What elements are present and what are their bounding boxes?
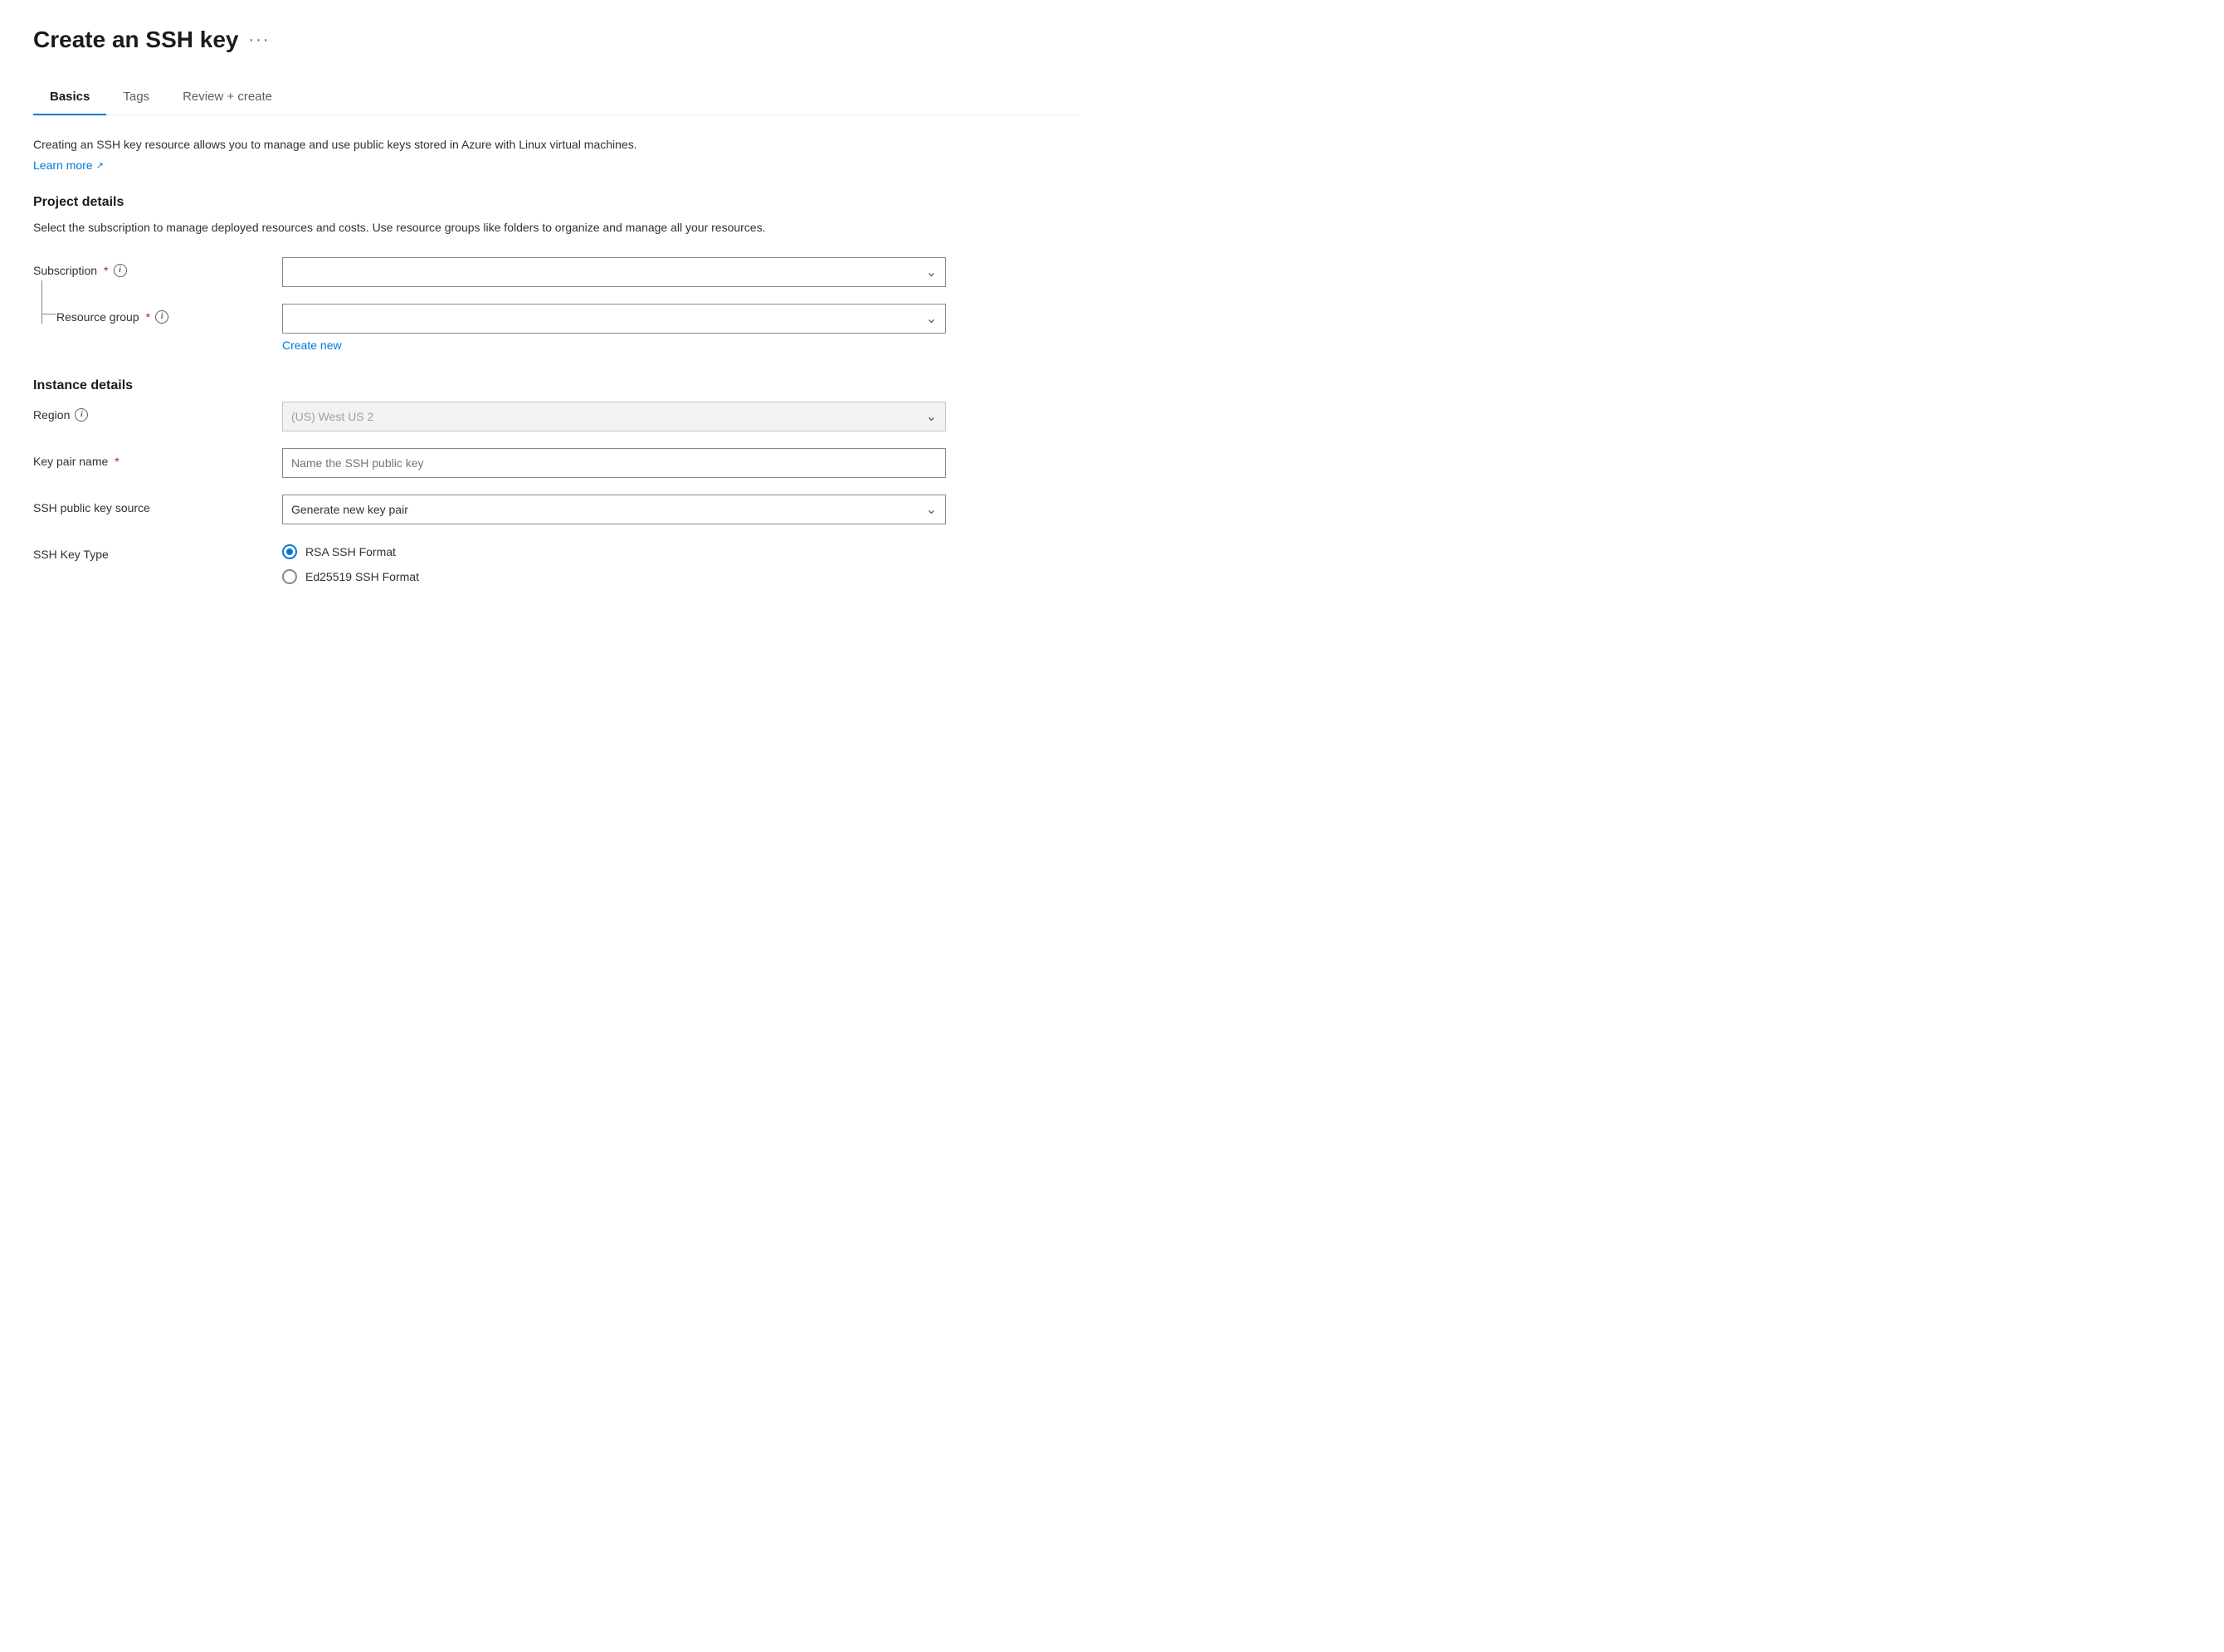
subscription-dropdown-chevron: ⌄ (926, 264, 937, 280)
region-control-col: (US) West US 2 ⌄ (282, 402, 946, 431)
ssh-key-type-label-col: SSH Key Type (33, 541, 282, 561)
radio-dot-rsa (286, 548, 293, 555)
resource-group-label-col: Resource group * i (33, 304, 282, 324)
ssh-public-key-source-label: SSH public key source (33, 501, 150, 514)
ssh-public-key-source-dropdown[interactable]: Generate new key pair ⌄ (282, 495, 946, 524)
ssh-public-key-source-chevron: ⌄ (926, 501, 937, 518)
project-details-title: Project details (33, 195, 1079, 210)
region-dropdown-value: (US) West US 2 (291, 410, 373, 423)
key-pair-name-label-col: Key pair name * (33, 448, 282, 468)
region-dropdown: (US) West US 2 ⌄ (282, 402, 946, 431)
radio-option-ed25519[interactable]: Ed25519 SSH Format (282, 569, 946, 584)
project-details-description: Select the subscription to manage deploy… (33, 218, 780, 236)
learn-more-link[interactable]: Learn more ↗ (33, 158, 104, 172)
external-link-icon: ↗ (96, 160, 104, 171)
ssh-key-type-radio-group: RSA SSH Format Ed25519 SSH Format (282, 541, 946, 584)
page-title: Create an SSH key (33, 27, 238, 53)
project-details-section: Project details Select the subscription … (33, 195, 1079, 351)
subscription-dropdown[interactable]: ⌄ (282, 257, 946, 287)
instance-details-title: Instance details (33, 378, 1079, 393)
radio-circle-ed25519 (282, 569, 297, 584)
ssh-key-type-control-col: RSA SSH Format Ed25519 SSH Format (282, 541, 946, 584)
page-header: Create an SSH key ··· (33, 27, 1079, 53)
key-pair-name-input[interactable] (282, 448, 946, 478)
tab-tags[interactable]: Tags (106, 80, 166, 115)
more-options-button[interactable]: ··· (248, 31, 270, 50)
region-info-icon[interactable]: i (75, 408, 88, 422)
region-label: Region (33, 408, 70, 422)
create-new-resource-group-link[interactable]: Create new (282, 339, 342, 352)
radio-option-rsa[interactable]: RSA SSH Format (282, 544, 946, 559)
key-pair-name-label: Key pair name (33, 455, 108, 468)
resource-group-dropdown-chevron: ⌄ (926, 310, 937, 327)
tab-bar: Basics Tags Review + create (33, 80, 1079, 115)
key-pair-name-field-row: Key pair name * (33, 448, 1079, 478)
ssh-public-key-source-field-row: SSH public key source Generate new key p… (33, 495, 1079, 524)
radio-label-ed25519: Ed25519 SSH Format (305, 570, 419, 583)
region-field-row: Region i (US) West US 2 ⌄ (33, 402, 1079, 431)
resource-group-label: Resource group (56, 310, 139, 324)
resource-group-dropdown[interactable]: ⌄ (282, 304, 946, 334)
subscription-label: Subscription (33, 264, 97, 277)
resource-group-required-star: * (146, 310, 150, 324)
ssh-public-key-source-value: Generate new key pair (291, 503, 408, 516)
radio-circle-rsa (282, 544, 297, 559)
key-pair-name-required-star: * (115, 455, 119, 468)
subscription-info-icon[interactable]: i (114, 264, 127, 277)
region-dropdown-chevron: ⌄ (926, 408, 937, 425)
ssh-key-type-label: SSH Key Type (33, 548, 109, 561)
tab-review-create[interactable]: Review + create (166, 80, 289, 115)
subscription-required-star: * (104, 264, 108, 277)
tab-basics[interactable]: Basics (33, 80, 106, 115)
instance-details-section: Instance details Region i (US) West US 2… (33, 378, 1079, 584)
intro-description: Creating an SSH key resource allows you … (33, 135, 780, 154)
subscription-label-col: Subscription * i (33, 257, 282, 277)
radio-label-rsa: RSA SSH Format (305, 545, 396, 558)
resource-group-control-col: ⌄ Create new (282, 304, 946, 352)
subscription-field-row: Subscription * i ⌄ (33, 257, 1079, 287)
resource-group-field-row: Resource group * i ⌄ Create new (33, 304, 1079, 352)
key-pair-name-control-col (282, 448, 946, 478)
resource-group-info-icon[interactable]: i (155, 310, 168, 324)
ssh-key-type-field-row: SSH Key Type RSA SSH Format Ed25519 SSH … (33, 541, 1079, 584)
ssh-public-key-source-control-col: Generate new key pair ⌄ (282, 495, 946, 524)
region-label-col: Region i (33, 402, 282, 422)
ssh-public-key-source-label-col: SSH public key source (33, 495, 282, 514)
subscription-control-col: ⌄ (282, 257, 946, 287)
